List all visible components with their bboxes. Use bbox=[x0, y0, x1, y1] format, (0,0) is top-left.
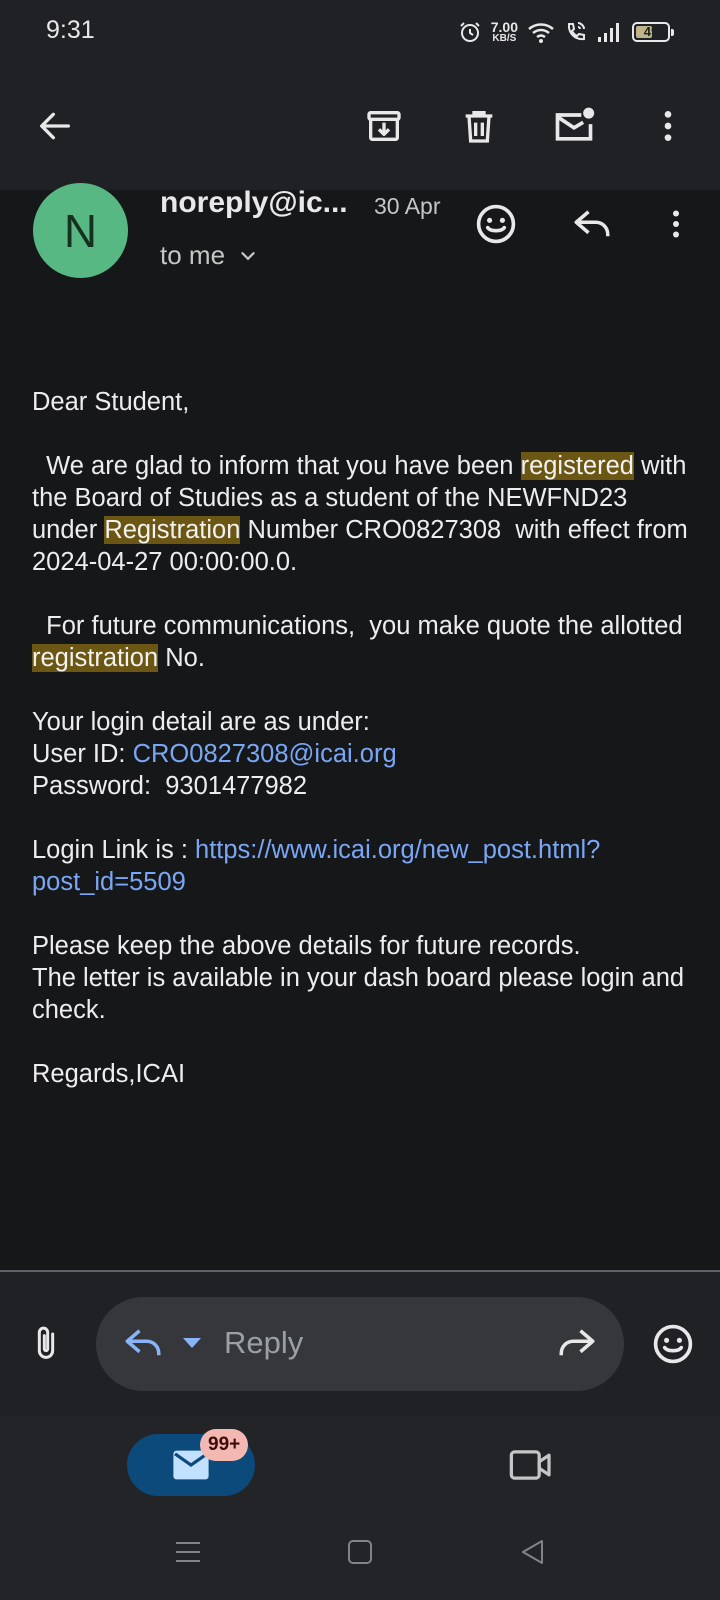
status-icons: 7.00 KB/S 49 bbox=[458, 18, 674, 46]
attach-button[interactable] bbox=[18, 1316, 74, 1372]
mark-unread-button[interactable] bbox=[546, 98, 602, 154]
wifi-calling-icon bbox=[567, 22, 585, 41]
email-toolbar bbox=[0, 62, 720, 190]
emoji-button[interactable] bbox=[645, 1316, 701, 1372]
react-emoji-button[interactable] bbox=[468, 196, 524, 252]
battery-icon: 49 bbox=[632, 22, 674, 42]
home-button[interactable] bbox=[340, 1532, 380, 1572]
meet-tab[interactable] bbox=[503, 1440, 559, 1490]
alarm-icon bbox=[460, 22, 480, 42]
reply-input[interactable]: Reply bbox=[96, 1297, 624, 1391]
home-square-icon bbox=[348, 1540, 372, 1564]
more-options-button[interactable] bbox=[640, 98, 696, 154]
greeting: Dear Student, bbox=[32, 388, 190, 416]
add-emoji-icon bbox=[476, 204, 516, 244]
email-date: 30 Apr bbox=[374, 193, 441, 219]
reply-icon bbox=[574, 210, 610, 237]
bottom-navigation bbox=[0, 1416, 720, 1600]
forward-icon[interactable] bbox=[556, 1322, 598, 1364]
network-speed-unit: KB/S bbox=[492, 33, 517, 44]
avatar[interactable]: N bbox=[33, 183, 128, 278]
reply-icon[interactable] bbox=[122, 1322, 164, 1364]
user-id-link[interactable]: CRO0827308@icai.org bbox=[133, 740, 397, 768]
closing-paragraph: Please keep the above details for future… bbox=[32, 932, 692, 1024]
status-bar: 9:31 7.00 KB/S 49 bbox=[0, 0, 720, 62]
more-vert-icon bbox=[664, 111, 672, 141]
archive-button[interactable] bbox=[356, 98, 412, 154]
dropdown-arrow-icon[interactable] bbox=[180, 1334, 204, 1352]
mark-unread-icon bbox=[555, 107, 595, 141]
reply-placeholder: Reply bbox=[224, 1325, 304, 1360]
video-camera-icon bbox=[509, 1450, 551, 1480]
recent-apps-button[interactable] bbox=[168, 1532, 208, 1572]
emoji-icon bbox=[653, 1324, 693, 1364]
back-button[interactable] bbox=[27, 98, 83, 154]
search-highlight: registration bbox=[32, 644, 159, 672]
status-time: 9:31 bbox=[46, 16, 95, 44]
body-paragraph-1: We are glad to inform that you have been… bbox=[32, 452, 710, 576]
delete-icon bbox=[465, 111, 493, 143]
back-arrow-icon bbox=[40, 112, 71, 140]
signature: Regards,ICAI bbox=[32, 1060, 186, 1088]
unread-badge: 99+ bbox=[200, 1429, 249, 1461]
login-details: Your login detail are as under: User ID:… bbox=[32, 708, 397, 800]
attachment-icon bbox=[37, 1326, 55, 1359]
menu-icon bbox=[176, 1542, 200, 1562]
recipient-label: to me bbox=[160, 240, 226, 270]
avatar-letter: N bbox=[63, 204, 98, 257]
password-value: 9301477982 bbox=[165, 772, 308, 800]
email-body: Dear Student, We are glad to inform that… bbox=[32, 386, 692, 1122]
wifi-icon bbox=[528, 23, 554, 43]
body-paragraph-2: For future communications, you make quot… bbox=[32, 612, 690, 672]
sender-name[interactable]: noreply@ic... bbox=[160, 186, 348, 220]
reply-header-button[interactable] bbox=[564, 196, 620, 252]
archive-icon bbox=[367, 111, 401, 141]
signal-icon bbox=[598, 23, 619, 42]
network-speed: 7.00 KB/S bbox=[491, 20, 518, 44]
search-highlight: registered bbox=[520, 452, 634, 480]
chevron-down-icon bbox=[241, 251, 255, 260]
delete-button[interactable] bbox=[451, 98, 507, 154]
message-more-button[interactable] bbox=[648, 196, 704, 252]
back-triangle-icon bbox=[522, 1540, 543, 1564]
battery-level: 49 bbox=[643, 24, 659, 39]
search-highlight: Registration bbox=[104, 516, 241, 544]
recipient-toggle[interactable]: to me bbox=[160, 240, 259, 271]
system-back-button[interactable] bbox=[512, 1532, 552, 1572]
more-vert-icon bbox=[673, 210, 679, 238]
network-speed-value: 7.00 bbox=[490, 19, 518, 35]
login-link-paragraph: Login Link is : https://www.icai.org/new… bbox=[32, 836, 601, 896]
